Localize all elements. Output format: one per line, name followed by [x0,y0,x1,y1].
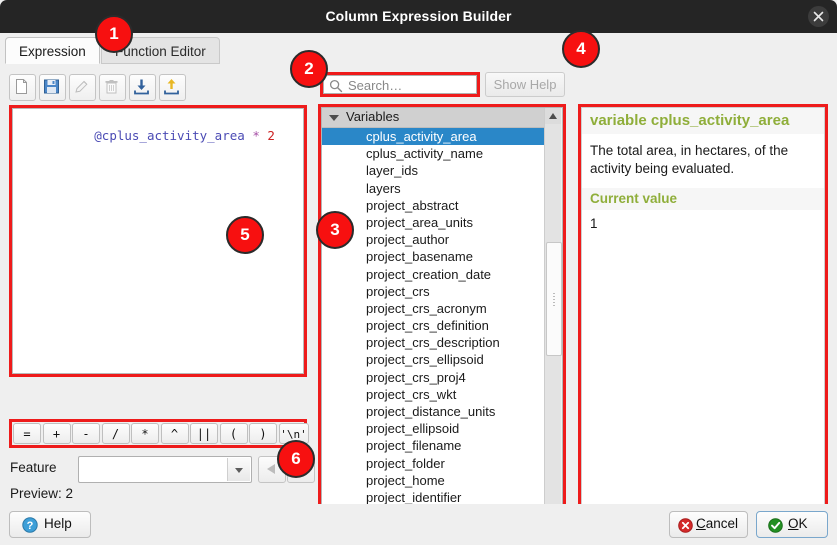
preview-row: Preview: 2 [10,486,73,501]
column-expression-builder-dialog: Column Expression Builder Expression Fun… [0,0,837,545]
variable-item[interactable]: project_crs [322,283,546,300]
svg-text:?: ? [27,520,34,532]
operator-buttons: = + - / * ^ || ( ) '\n' [9,419,309,448]
preview-label: Preview: [10,486,62,501]
variable-item[interactable]: project_ellipsoid [322,420,546,437]
triangle-down-icon[interactable] [329,115,339,121]
question-mark-icon: ? [22,517,38,536]
export-up-arrow-icon[interactable] [159,74,186,101]
op-multiply-button[interactable]: * [131,423,159,444]
show-help-button: Show Help [485,72,565,97]
variables-scrollbar[interactable] [544,108,562,545]
variable-item[interactable]: project_abstract [322,197,546,214]
green-check-icon [768,518,783,536]
annotation-badge-3: 3 [316,211,354,249]
annotation-badge-1: 1 [95,15,133,53]
op-power-button[interactable]: ^ [160,423,189,444]
dialog-footer: ? Help Cancel OK [0,504,837,545]
help-button-label: Help [44,516,72,531]
variables-list[interactable]: cplus_activity_area cplus_activity_name la… [322,128,546,545]
ok-button[interactable]: OK [756,511,828,538]
chevron-down-icon[interactable] [227,458,250,481]
annotation-badge-4: 4 [562,30,600,68]
cancel-button-label: Cancel [696,516,739,531]
op-divide-button[interactable]: / [101,423,130,444]
variable-item[interactable]: project_area_units [322,214,546,231]
variable-item[interactable]: project_creation_date [322,266,546,283]
variable-item[interactable]: project_crs_wkt [322,386,546,403]
save-floppy-icon[interactable] [39,74,66,101]
new-file-icon[interactable] [9,74,36,101]
preview-value: 2 [65,486,74,501]
scrollbar-track[interactable] [545,124,562,545]
help-subheading: Current value [582,188,824,210]
expression-token-number: 2 [267,128,275,143]
op-equals-button[interactable]: = [13,423,41,444]
feature-label: Feature [10,460,57,475]
variables-group-label: Variables [346,109,400,124]
op-plus-button[interactable]: + [42,423,71,444]
op-minus-button[interactable]: - [72,423,100,444]
triangle-left-icon [267,464,275,474]
help-current-value: 1 [590,216,598,231]
import-down-arrow-icon[interactable] [129,74,156,101]
variable-item[interactable]: layer_ids [322,162,546,179]
op-concat-button[interactable]: || [190,423,218,444]
variable-item[interactable]: project_home [322,472,546,489]
variable-item[interactable]: project_author [322,231,546,248]
expression-token-variable: @cplus_activity_area [94,128,245,143]
trash-icon [99,74,126,101]
cancel-button[interactable]: Cancel [669,511,748,538]
search-placeholder: Search… [348,78,403,93]
variables-tree[interactable]: Variables cplus_activity_area cplus_activ… [318,104,566,545]
variable-item[interactable]: layers [322,180,546,197]
variable-item[interactable]: cplus_activity_name [322,145,546,162]
variable-item[interactable]: project_crs_acronym [322,300,546,317]
annotation-badge-5: 5 [226,216,264,254]
expression-toolbar [9,74,189,101]
close-icon[interactable] [808,6,829,27]
variables-group-header[interactable]: Variables [322,108,546,128]
feature-combobox[interactable] [78,456,252,483]
variable-item[interactable]: project_crs_ellipsoid [322,351,546,368]
variable-item[interactable]: project_basename [322,248,546,265]
variable-item[interactable]: cplus_activity_area [322,128,546,146]
expression-token-operator: * [252,128,260,143]
search-input[interactable]: Search… [320,72,480,97]
help-panel: variable cplus_activity_area The total a… [578,104,828,545]
variable-item[interactable]: project_folder [322,455,546,472]
variable-item[interactable]: project_distance_units [322,403,546,420]
help-button[interactable]: ? Help [9,511,91,538]
tab-expression[interactable]: Expression [5,37,100,64]
edit-pencil-icon [69,74,96,101]
variable-item[interactable]: project_crs_description [322,334,546,351]
tab-content-expression: @cplus_activity_area * 2 = + - / * ^ || … [0,64,837,545]
ok-button-label: OK [788,516,808,531]
scroll-up-arrow-icon[interactable] [545,108,561,124]
help-heading: variable cplus_activity_area [582,108,824,134]
variable-item[interactable]: project_crs_definition [322,317,546,334]
op-close-paren-button[interactable]: ) [249,423,277,444]
variable-item[interactable]: project_crs_proj4 [322,369,546,386]
annotation-badge-2: 2 [290,50,328,88]
red-x-icon [678,518,693,536]
help-description: The total area, in hectares, of the acti… [590,143,789,176]
expression-text: @cplus_activity_area * 2 [19,113,275,158]
scrollbar-thumb[interactable] [546,242,562,356]
variable-item[interactable]: project_filename [322,437,546,454]
annotation-badge-6: 6 [277,440,315,478]
search-icon [329,79,343,98]
op-open-paren-button[interactable]: ( [219,423,248,444]
